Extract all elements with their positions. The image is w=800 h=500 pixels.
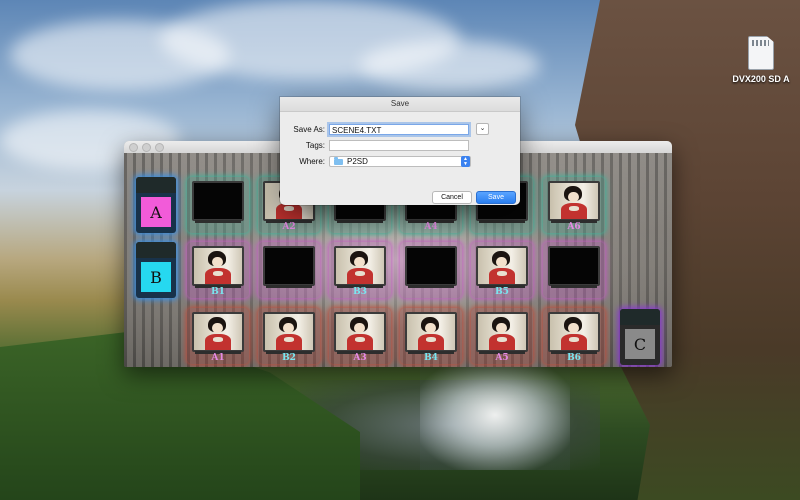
monitor-screen [263, 246, 315, 286]
monitor-screen [405, 312, 457, 352]
save-dialog: Save Save As: SCENE4.TXT ⌄ Tags: Where: … [280, 97, 520, 205]
monitor-screen [548, 246, 600, 286]
monitor-screen [192, 246, 244, 286]
desktop-volume-label: DVX200 SD A [732, 74, 790, 84]
zoom-button[interactable] [155, 142, 164, 152]
close-button[interactable] [129, 142, 138, 152]
thumbnail-tile[interactable]: B3 [329, 242, 391, 298]
save-as-field[interactable]: SCENE4.TXT [329, 123, 469, 135]
thumbnail-tile[interactable] [187, 177, 249, 233]
thumbnail-tile[interactable]: B6 [543, 308, 605, 364]
chevron-down-icon: ⌄ [479, 125, 486, 132]
monitor-screen [334, 312, 386, 352]
monitor-screen [192, 181, 244, 221]
monitor-screen [476, 312, 528, 352]
sd-card-a-label: A [141, 197, 171, 227]
save-button[interactable]: Save [476, 191, 516, 204]
sd-card-icon [748, 36, 774, 70]
updown-chevron-icon: ▲ ▼ [461, 156, 470, 167]
thumbnail-tile[interactable]: A6 [543, 177, 605, 233]
desktop-volume[interactable]: DVX200 SD A [728, 36, 794, 84]
folder-icon [334, 156, 343, 165]
sd-card-b[interactable]: B [136, 242, 176, 298]
monitor-screen [263, 312, 315, 352]
dialog-title: Save [280, 97, 520, 112]
monitor-screen [548, 181, 600, 221]
thumbnail-tile[interactable]: B1 [187, 242, 249, 298]
monitor-screen [192, 312, 244, 352]
thumbnail-tile[interactable]: A3 [329, 308, 391, 364]
monitor-screen [548, 312, 600, 352]
sd-card-c-label: C [625, 329, 655, 359]
expand-dialog-button[interactable]: ⌄ [476, 123, 489, 135]
thumbnail-tile[interactable] [258, 242, 320, 298]
save-as-label: Save As: [293, 124, 325, 134]
thumbnail-tile[interactable]: B5 [471, 242, 533, 298]
tags-field[interactable] [329, 140, 469, 151]
cancel-button[interactable]: Cancel [432, 191, 472, 204]
sd-card-b-label: B [141, 262, 171, 292]
thumbnail-tile[interactable]: A5 [471, 308, 533, 364]
thumbnail-tile[interactable] [400, 242, 462, 298]
tags-label: Tags: [305, 141, 325, 150]
sd-card-a[interactable]: A [136, 177, 176, 233]
where-label: Where: [299, 157, 325, 166]
thumbnail-tile[interactable] [543, 242, 605, 298]
monitor-screen [334, 246, 386, 286]
monitor-screen [405, 246, 457, 286]
monitor-screen [476, 246, 528, 286]
where-value: P2SD [347, 157, 368, 166]
thumbnail-tile[interactable]: B4 [400, 308, 462, 364]
thumbnail-tile[interactable]: B2 [258, 308, 320, 364]
where-select[interactable]: P2SD ▲ ▼ [329, 156, 471, 167]
thumbnail-tile[interactable]: A1 [187, 308, 249, 364]
sd-card-c[interactable]: C [620, 309, 660, 365]
minimize-button[interactable] [142, 142, 151, 152]
